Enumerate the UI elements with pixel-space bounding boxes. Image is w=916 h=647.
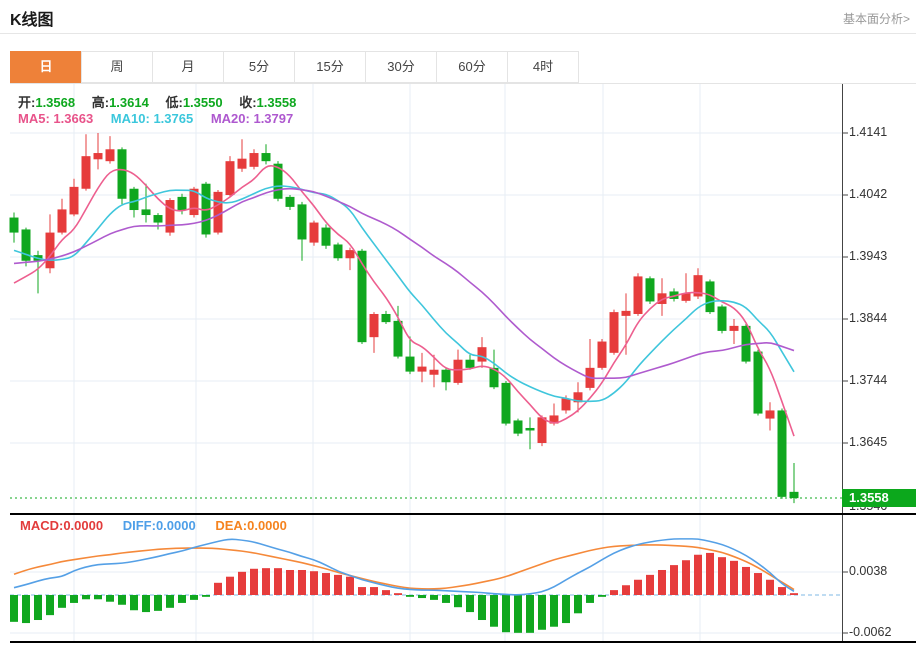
- kline-app: K线图 基本面分析> 日 周 月 5分 15分 30分 60分 4时 开:1.3…: [0, 0, 916, 647]
- macd-tick-2: -0.0062: [849, 625, 892, 639]
- ohlc-high: 高:1.3614: [91, 95, 149, 110]
- price-tick-2: 1.4042: [849, 187, 888, 201]
- ma-legend: MA5: 1.3663 MA10: 1.3765 MA20: 1.3797: [18, 111, 307, 126]
- macd-histogram: [10, 552, 798, 633]
- price-tick-3: 1.3943: [849, 249, 888, 263]
- ohlc-close: 收:1.3558: [239, 95, 297, 110]
- ohlc-open: 开:1.3568: [18, 95, 76, 110]
- ohlc-legend: 开:1.3568 高:1.3614 低:1.3550 收:1.3558: [18, 92, 309, 111]
- price-tick-6: 1.3645: [849, 435, 888, 449]
- candles-layer: [9, 133, 799, 504]
- gridlines: [10, 84, 842, 641]
- price-tick-1: 1.4141: [849, 125, 888, 139]
- dea-value: DEA:0.0000: [215, 518, 287, 533]
- current-price-badge: 1.3558: [842, 489, 916, 507]
- diff-value: DIFF:0.0000: [122, 518, 196, 533]
- price-tick-4: 1.3844: [849, 311, 888, 325]
- price-tick-5: 1.3744: [849, 373, 888, 387]
- ma20-legend: MA20: 1.3797: [210, 111, 294, 126]
- macd-tick-1: 0.0038: [849, 564, 888, 578]
- ohlc-low: 低:1.3550: [165, 95, 223, 110]
- ma10-legend: MA10: 1.3765: [110, 111, 194, 126]
- macd-legend: MACD:0.0000 DIFF:0.0000 DEA:0.0000: [20, 518, 303, 533]
- macd-value: MACD:0.0000: [20, 518, 104, 533]
- ma5-legend: MA5: 1.3663: [18, 111, 94, 126]
